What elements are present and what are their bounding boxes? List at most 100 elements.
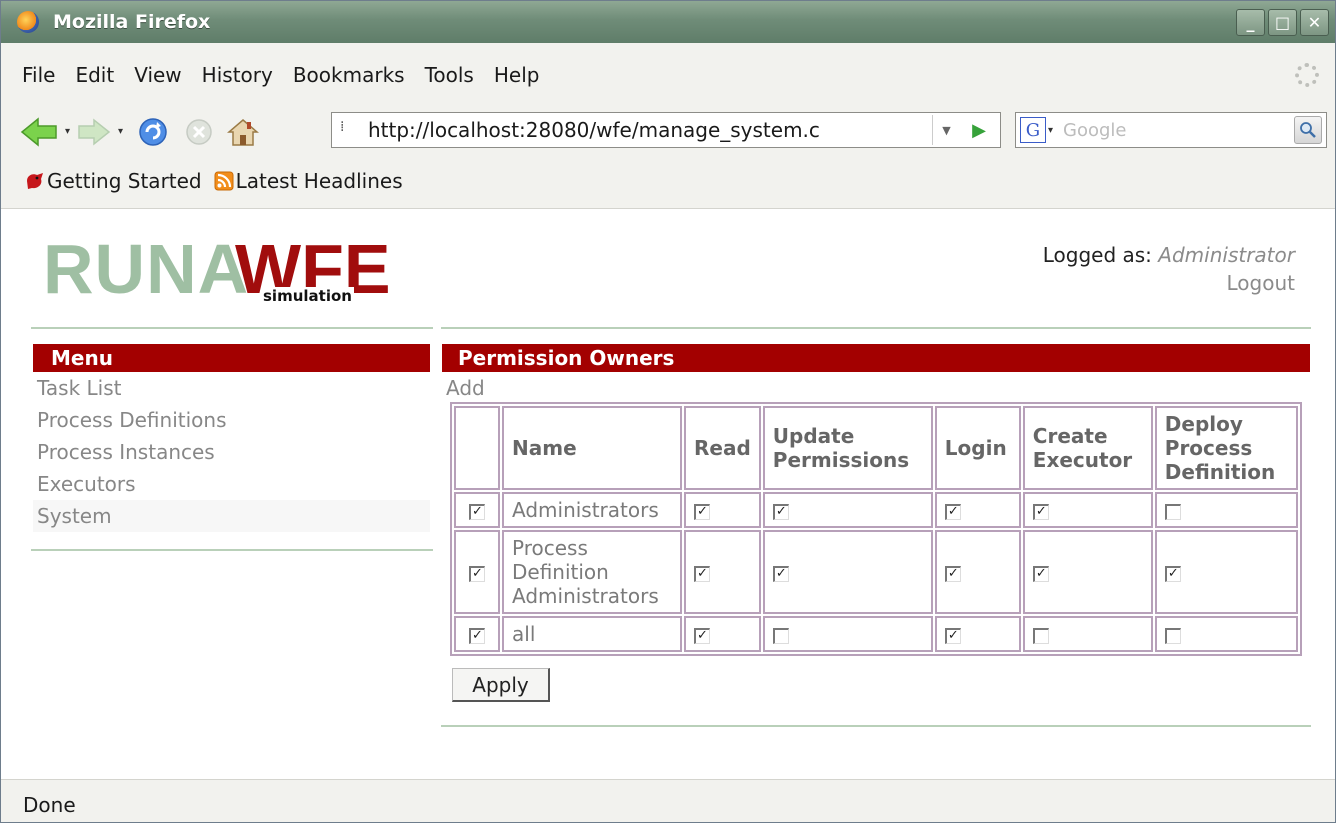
permission-cell: ✓ xyxy=(684,492,761,528)
divider xyxy=(31,327,433,329)
side-menu: Menu Task List Process Definitions Proce… xyxy=(33,344,430,532)
read-checkbox[interactable]: ✓ xyxy=(694,627,710,644)
permission-cell: ✓ xyxy=(762,530,933,614)
bookmark-latest-headlines[interactable]: Latest Headlines xyxy=(214,169,403,193)
permission-owners-header: Permission Owners xyxy=(442,344,1310,372)
row-select-checkbox[interactable]: ✓ xyxy=(469,565,485,582)
bookmark-label: Latest Headlines xyxy=(235,169,403,193)
row-select-checkbox[interactable]: ✓ xyxy=(469,627,485,644)
login-checkbox[interactable]: ✓ xyxy=(944,565,961,582)
google-engine-icon[interactable]: G xyxy=(1020,117,1046,143)
divider xyxy=(441,725,1311,727)
create-executor-checkbox[interactable]: ✓ xyxy=(1032,503,1049,520)
create-executor-checkbox[interactable] xyxy=(1032,627,1049,644)
rss-feed-icon xyxy=(214,171,234,191)
url-text[interactable]: http://localhost:28080/wfe/manage_system… xyxy=(368,118,923,142)
logged-as-label: Logged as: xyxy=(1042,243,1152,267)
current-user: Administrator xyxy=(1158,243,1295,267)
apply-button[interactable]: Apply xyxy=(452,668,550,702)
owner-name: Process Definition Administrators xyxy=(502,530,682,614)
reload-button[interactable] xyxy=(133,115,173,149)
stop-icon xyxy=(186,118,212,145)
menu-item-process-instances[interactable]: Process Instances xyxy=(33,436,430,468)
read-checkbox[interactable]: ✓ xyxy=(694,565,710,582)
close-button[interactable]: ✕ xyxy=(1300,9,1329,36)
column-header-deploy-process-definition: Deploy Process Definition xyxy=(1154,406,1298,490)
permission-owners-panel: Permission Owners Add Name Read Update P… xyxy=(442,344,1310,702)
menu-view[interactable]: View xyxy=(129,63,186,87)
stop-button[interactable] xyxy=(179,115,219,149)
bookmarks-toolbar: Getting Started Latest Headlines xyxy=(1,154,1335,209)
owner-name: all xyxy=(502,616,682,652)
permission-cell: ✓ xyxy=(1022,530,1153,614)
deploy-process-definition-checkbox[interactable]: ✓ xyxy=(1164,565,1181,582)
table-header-row: Name Read Update Permissions Login Creat… xyxy=(454,406,1298,490)
user-info: Logged as: Administrator Logout xyxy=(1043,241,1295,297)
menu-item-system[interactable]: System xyxy=(33,500,430,532)
permissions-table-body: ✓ Administrators ✓ ✓ ✓ ✓ ✓ Process Definition A… xyxy=(454,492,1298,652)
go-button-icon[interactable]: ▶ xyxy=(964,115,994,145)
create-executor-checkbox[interactable]: ✓ xyxy=(1032,565,1049,582)
select-cell: ✓ xyxy=(454,616,500,652)
login-checkbox[interactable]: ✓ xyxy=(944,503,961,520)
table-row: ✓ Process Definition Administrators ✓ ✓ ✓ ✓ ✓ xyxy=(454,530,1298,614)
login-checkbox[interactable]: ✓ xyxy=(944,627,961,644)
update-permissions-checkbox[interactable]: ✓ xyxy=(772,503,789,520)
search-input[interactable]: Google xyxy=(1063,120,1126,141)
column-header-select xyxy=(454,406,500,490)
menu-header: Menu xyxy=(33,344,430,372)
add-link[interactable]: Add xyxy=(446,376,1310,402)
menu-item-process-definitions[interactable]: Process Definitions xyxy=(33,404,430,436)
menu-file[interactable]: File xyxy=(17,63,60,87)
read-checkbox[interactable]: ✓ xyxy=(694,503,710,520)
menu-bar: File Edit View History Bookmarks Tools H… xyxy=(1,43,1335,109)
forward-button[interactable] xyxy=(76,115,112,149)
permission-cell: ✓ xyxy=(684,530,761,614)
firefox-bookmark-icon xyxy=(27,173,43,189)
page-favicon-icon: ⁞ xyxy=(340,119,345,135)
magnifier-icon xyxy=(1300,122,1316,138)
status-bar: Done xyxy=(1,779,1335,822)
update-permissions-checkbox[interactable]: ✓ xyxy=(772,565,789,582)
search-bar[interactable]: G ▾ Google xyxy=(1015,112,1327,148)
search-button[interactable] xyxy=(1294,116,1322,144)
row-select-checkbox[interactable]: ✓ xyxy=(469,503,485,520)
menu-item-task-list[interactable]: Task List xyxy=(33,372,430,404)
reload-icon xyxy=(139,117,167,146)
page-content: RUNA WFE simulation Logged as: Administr… xyxy=(1,209,1335,779)
bookmark-getting-started[interactable]: Getting Started xyxy=(25,169,202,193)
permission-cell: ✓ xyxy=(934,530,1021,614)
minimize-button[interactable]: _ xyxy=(1236,9,1265,36)
divider xyxy=(31,549,433,551)
owner-name: Administrators xyxy=(502,492,682,528)
menu-bookmarks[interactable]: Bookmarks xyxy=(288,63,410,87)
back-history-dropdown-icon[interactable]: ▾ xyxy=(65,126,70,137)
forward-arrow-icon xyxy=(78,117,111,146)
menu-tools[interactable]: Tools xyxy=(420,63,479,87)
select-cell: ✓ xyxy=(454,492,500,528)
url-history-dropdown-icon[interactable]: ▼ xyxy=(932,115,960,145)
permission-cell: ✓ xyxy=(1022,492,1153,528)
permission-cell xyxy=(1154,616,1298,652)
logout-link[interactable]: Logout xyxy=(1043,269,1295,297)
deploy-process-definition-checkbox[interactable] xyxy=(1164,503,1181,520)
back-button[interactable] xyxy=(19,115,59,149)
search-engine-dropdown-icon[interactable]: ▾ xyxy=(1048,125,1053,136)
column-header-name: Name xyxy=(502,406,682,490)
logo-subtitle: simulation xyxy=(261,287,354,305)
forward-history-dropdown-icon[interactable]: ▾ xyxy=(118,126,123,137)
throbber-icon xyxy=(1295,63,1319,87)
permission-cell xyxy=(1154,492,1298,528)
url-bar[interactable]: ⁞ http://localhost:28080/wfe/manage_syst… xyxy=(331,112,1001,148)
menu-edit[interactable]: Edit xyxy=(70,63,119,87)
menu-help[interactable]: Help xyxy=(489,63,545,87)
maximize-button[interactable]: □ xyxy=(1268,9,1297,36)
home-button[interactable] xyxy=(223,115,263,149)
menu-history[interactable]: History xyxy=(197,63,278,87)
deploy-process-definition-checkbox[interactable] xyxy=(1164,627,1181,644)
menu-item-executors[interactable]: Executors xyxy=(33,468,430,500)
status-text: Done xyxy=(23,793,76,817)
firefox-logo-icon xyxy=(17,11,39,33)
permissions-table: Name Read Update Permissions Login Creat… xyxy=(450,402,1302,656)
update-permissions-checkbox[interactable] xyxy=(772,627,789,644)
